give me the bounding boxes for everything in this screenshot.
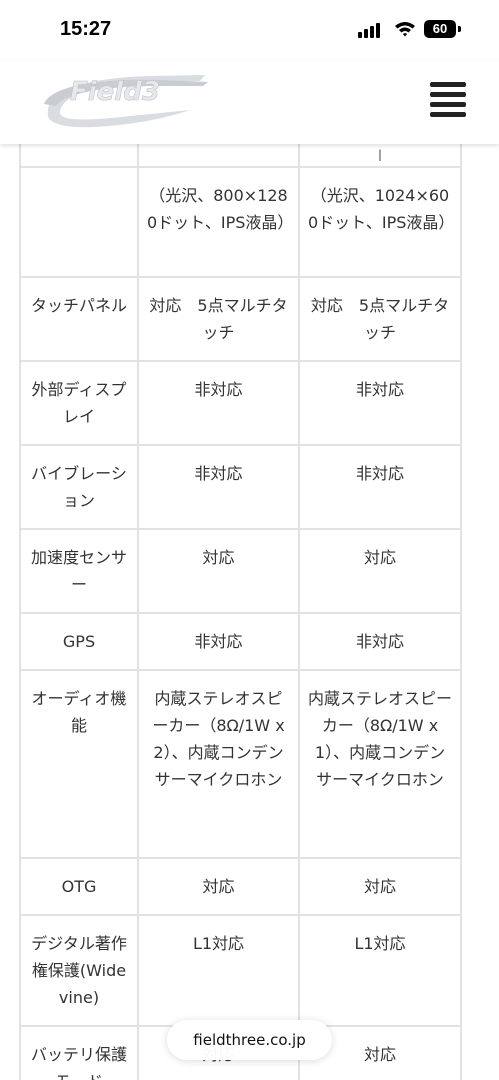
spec-value-cell: 対応 [298,528,462,614]
spec-value-cell: 対応 5点マルチタッチ [298,276,462,362]
row-label-cell: OTG [19,857,139,916]
address-bar-url[interactable]: fieldthree.co.jp [167,1020,332,1060]
table-row: （光沢、800×1280ドット、IPS液晶） （光沢、1024×600ドット、IP… [19,166,462,278]
spec-value-cell: 対応 5点マルチタッチ [137,276,300,362]
spec-value-cell [137,144,300,168]
field3-logo[interactable]: Field3 [40,66,215,130]
row-label-cell: オーディオ機能 [19,669,139,859]
row-label-cell: 外部ディスプレイ [19,360,139,446]
table-row: バイブレーション 非対応 非対応 [19,444,462,530]
table-row: デジタル著作権保護(Widevine) L1対応 L1対応 [19,914,462,1027]
site-header: Field3 [0,60,499,144]
spec-table: I （光沢、800×1280ドット、IPS液晶） （光沢、1024×600ドット、I… [19,144,462,1080]
spec-value-cell: （光沢、1024×600ドット、IPS液晶） [298,166,462,278]
spec-value-cell: 対応 [298,857,462,916]
spec-value-cell: 対応 [137,528,300,614]
battery-tip [458,26,461,32]
spec-table-container: I （光沢、800×1280ドット、IPS液晶） （光沢、1024×600ドット、I… [0,144,499,1080]
spec-value-cell: L1対応 [298,914,462,1027]
hamburger-menu-icon[interactable] [430,82,466,118]
status-bar: 15:27 60 [0,0,499,60]
spec-value-cell: 対応 [137,857,300,916]
table-row: オーディオ機能 内蔵ステレオスピーカー（8Ω/1W x 2）、内蔵コンデンサーマイ… [19,669,462,859]
table-row: GPS 非対応 非対応 [19,612,462,671]
table-row: 加速度センサー 対応 対応 [19,528,462,614]
table-row: I [19,144,462,168]
row-label-cell: GPS [19,612,139,671]
spec-value-cell: 非対応 [298,360,462,446]
status-time: 15:27 [60,18,112,40]
spec-value-cell: 非対応 [298,444,462,530]
row-label-cell [19,144,139,168]
row-label-cell: バイブレーション [19,444,139,530]
cellular-signal-icon [358,22,384,38]
spec-table-body: I （光沢、800×1280ドット、IPS液晶） （光沢、1024×600ドット、I… [19,144,462,1080]
spec-value-cell: 内蔵ステレオスピーカー（8Ω/1W x 1）、内蔵コンデンサーマイクロホン [298,669,462,859]
row-label-cell: 加速度センサー [19,528,139,614]
spec-value-cell: I [298,144,462,168]
row-label-cell: デジタル著作権保護(Widevine) [19,914,139,1027]
spec-value-cell: 内蔵ステレオスピーカー（8Ω/1W x 2）、内蔵コンデンサーマイクロホン [137,669,300,859]
spec-value-cell: 非対応 [137,444,300,530]
spec-value-cell: 非対応 [298,612,462,671]
row-label-cell [19,166,139,278]
wifi-icon [395,22,415,37]
table-row: 外部ディスプレイ 非対応 非対応 [19,360,462,446]
spec-value-cell: 非対応 [137,612,300,671]
spec-value-cell: L1対応 [137,914,300,1027]
row-label-cell: バッテリ保護モード [19,1025,139,1080]
row-label-cell: タッチパネル [19,276,139,362]
logo-wordmark: Field3 [70,77,160,107]
spec-value-cell: 非対応 [137,360,300,446]
table-row: タッチパネル 対応 5点マルチタッチ 対応 5点マルチタッチ [19,276,462,362]
spec-value-cell: （光沢、800×1280ドット、IPS液晶） [137,166,300,278]
battery-icon: 60 [424,20,456,38]
table-row: OTG 対応 対応 [19,857,462,916]
